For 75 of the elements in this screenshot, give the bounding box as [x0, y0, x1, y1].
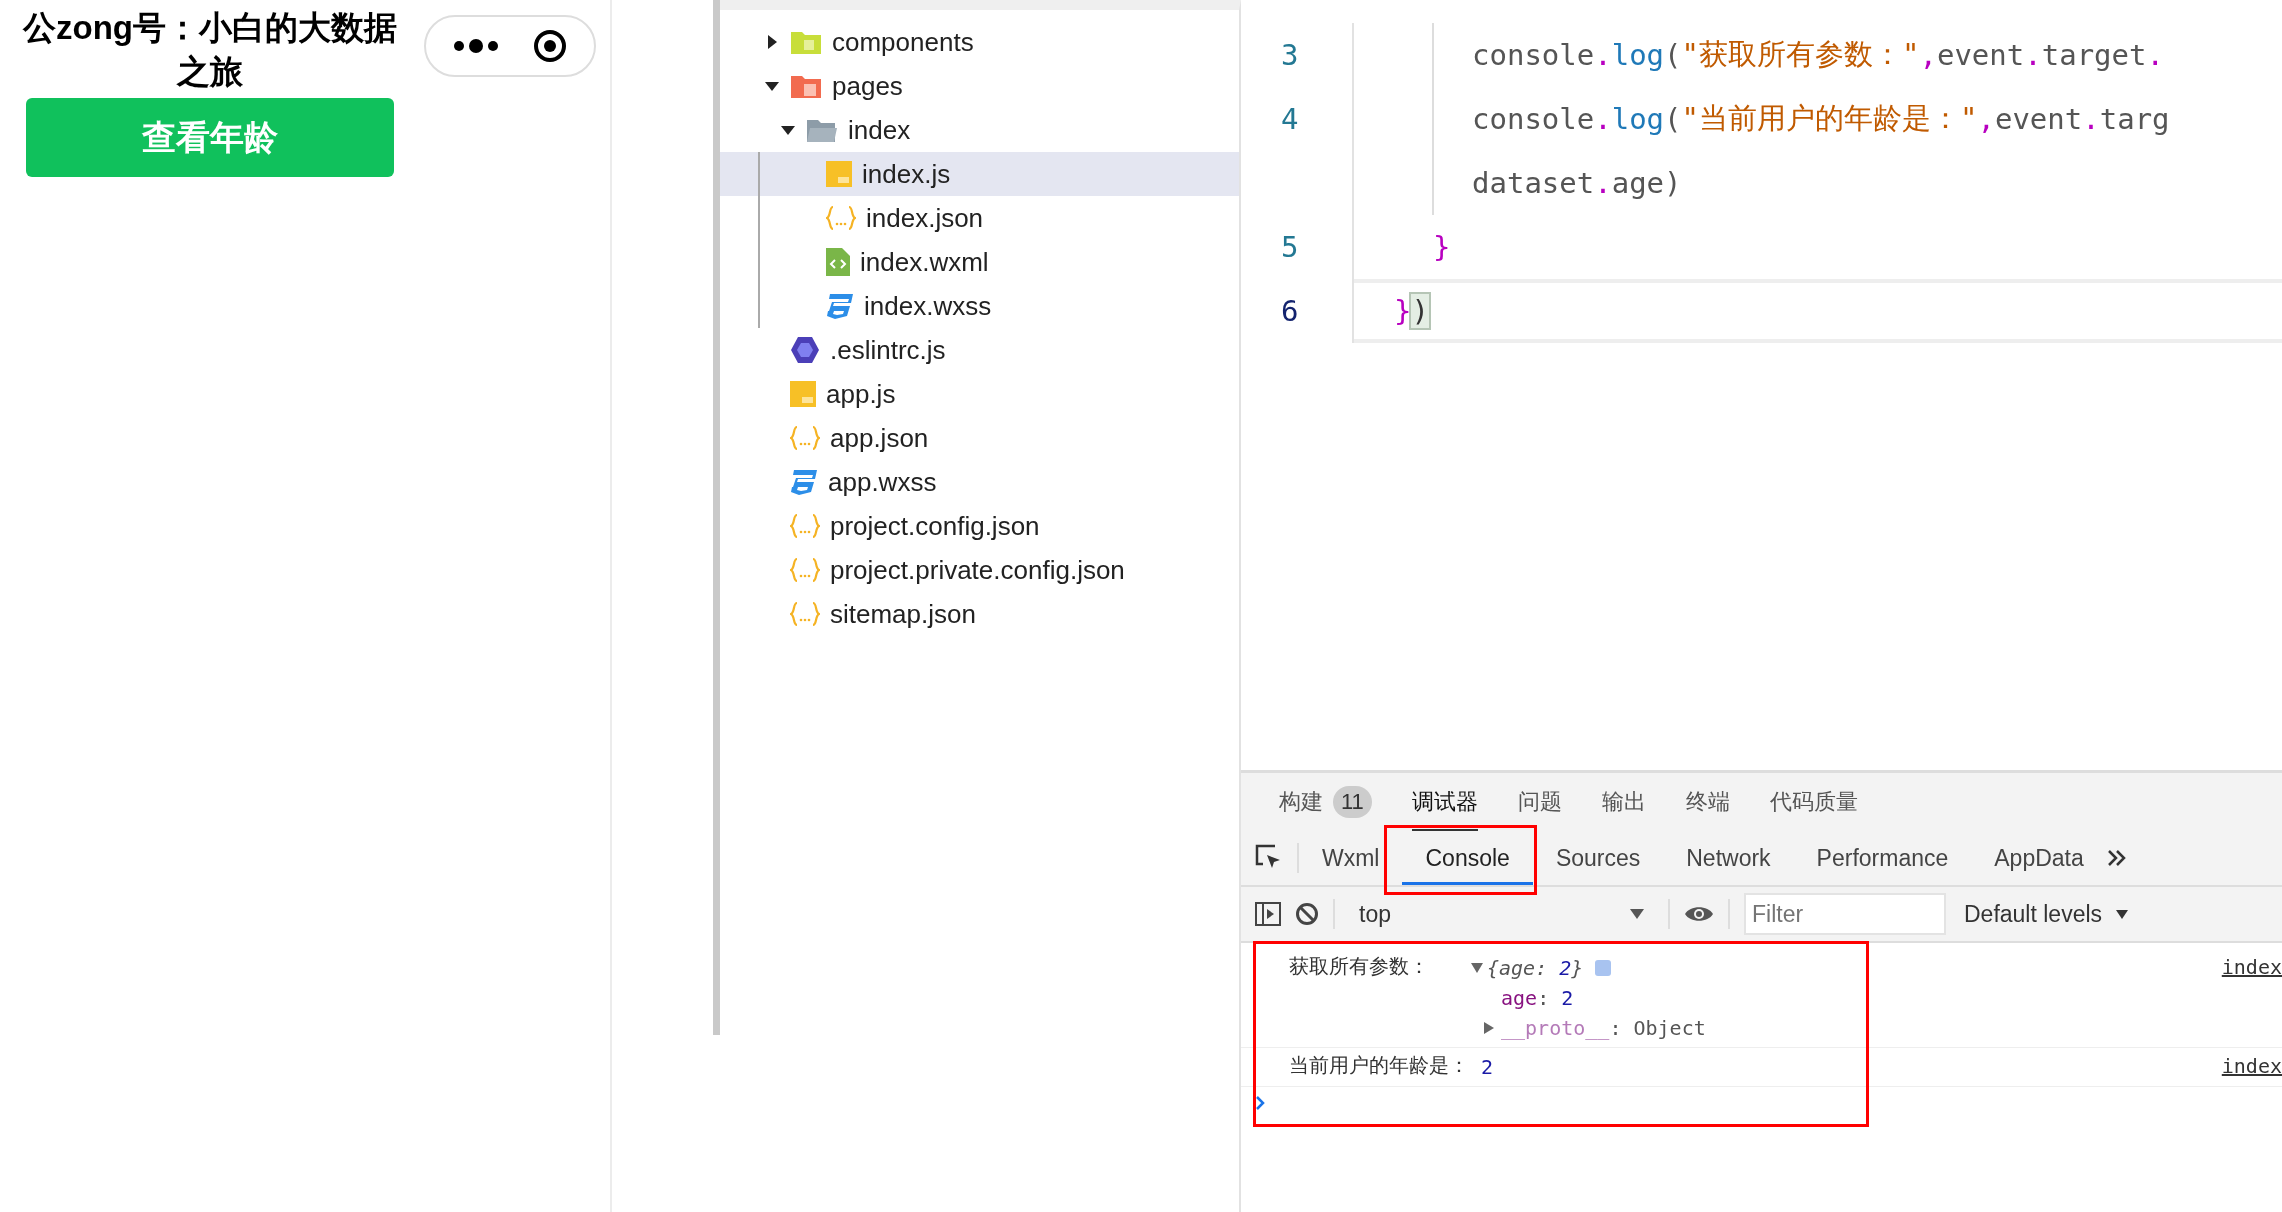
log-label: 当前用户的年龄是： [1289, 1053, 1470, 1078]
js-file-icon [826, 161, 852, 187]
file-tree-item[interactable]: project.private.config.json [720, 548, 1239, 592]
scrollbar[interactable] [713, 0, 720, 1035]
folder-icon [790, 29, 822, 55]
line-number: 5 [1241, 215, 1354, 279]
log-label: 获取所有参数： [1289, 954, 1430, 979]
line-number: 3 [1241, 23, 1354, 87]
devtools-tab[interactable]: AppData [1971, 831, 2107, 885]
file-tree-item[interactable]: .eslintrc.js [720, 328, 1239, 372]
page-title: 公zong号：小白的大数据之旅 [21, 8, 398, 92]
context-select[interactable]: top [1349, 900, 1654, 928]
file-tree-item[interactable]: app.wxss [720, 460, 1239, 504]
caret-down-icon[interactable] [1630, 909, 1644, 919]
panel-tab[interactable]: 调试器 [1411, 773, 1478, 831]
file-tree-item[interactable]: index.js [720, 152, 1239, 196]
code-line: console.log("当前用户的年龄是：",event.targ [1354, 87, 2282, 151]
file-tree-item[interactable]: pages [720, 64, 1239, 108]
file-tree-item[interactable]: app.json [720, 416, 1239, 460]
filter-field[interactable]: Filter [1744, 893, 1946, 935]
source-link[interactable]: index [2221, 1054, 2282, 1078]
file-tree-item[interactable]: index.json [720, 196, 1239, 240]
more-icon[interactable] [453, 38, 499, 54]
info-icon [1595, 960, 1612, 976]
panel-tab[interactable]: 构建 11 [1279, 773, 1372, 831]
caret-down-icon[interactable] [2116, 909, 2129, 919]
devtools-tab[interactable]: Performance [1793, 831, 1972, 885]
css-file-icon [790, 469, 818, 495]
file-tree-item[interactable]: index.wxss [720, 284, 1239, 328]
folder-icon [806, 117, 838, 143]
code-line: dataset.age) [1354, 151, 2282, 215]
log-value: 2 [1481, 1054, 1494, 1081]
object-property: age: 2 [1501, 985, 1574, 1012]
panel-tab[interactable]: 终端 [1685, 773, 1730, 831]
object-preview[interactable]: {age: 2} [1487, 953, 1584, 983]
line-number: 6 [1241, 279, 1354, 343]
prompt-chevron-icon [1255, 1095, 1265, 1111]
file-tree-item[interactable]: index [720, 108, 1239, 152]
devtools-tab[interactable]: Network [1663, 831, 1794, 885]
close-target-icon[interactable] [533, 29, 567, 63]
devtools-tab[interactable]: Wxml [1299, 831, 1403, 885]
devtools-tab[interactable]: Sources [1532, 831, 1664, 885]
json-file-icon [790, 425, 820, 451]
hexagon-icon [790, 336, 820, 364]
clear-icon[interactable] [1295, 902, 1319, 926]
sidebar-toggle-icon[interactable] [1255, 902, 1281, 926]
json-file-icon [790, 557, 820, 583]
devtools-tab[interactable]: Console [1402, 831, 1533, 885]
code-line: }) [1354, 279, 2282, 343]
panel-tab[interactable]: 问题 [1517, 773, 1562, 831]
code-file-icon [826, 248, 850, 276]
json-file-icon [826, 205, 856, 231]
count-badge: 11 [1333, 786, 1372, 818]
file-tree-item[interactable]: app.js [720, 372, 1239, 416]
levels-dropdown[interactable]: Default levels [1964, 900, 2103, 928]
object-property: __proto__: Object [1501, 1015, 1706, 1042]
css-file-icon [826, 293, 854, 319]
js-file-icon [790, 381, 816, 407]
file-tree-item[interactable]: project.config.json [720, 504, 1239, 548]
json-file-icon [790, 513, 820, 539]
more-tabs-icon[interactable] [2106, 849, 2127, 867]
file-tree-item[interactable]: sitemap.json [720, 592, 1239, 636]
line-number: 4 [1241, 87, 1354, 151]
eye-icon[interactable] [1684, 904, 1714, 924]
code-line: console.log("获取所有参数：",event.target. [1354, 23, 2282, 87]
panel-tab[interactable]: 输出 [1601, 773, 1646, 831]
code-line: } [1432, 229, 1452, 266]
expand-right-icon[interactable] [1483, 1022, 1495, 1034]
file-tree-item[interactable]: index.wxml [720, 240, 1239, 284]
file-tree-item[interactable]: components [720, 20, 1239, 64]
source-link[interactable]: index [2221, 955, 2282, 979]
json-file-icon [790, 601, 820, 627]
folder-icon [790, 73, 822, 99]
panel-tab[interactable]: 代码质量 [1769, 773, 1858, 831]
expand-down-icon[interactable] [1471, 963, 1483, 973]
